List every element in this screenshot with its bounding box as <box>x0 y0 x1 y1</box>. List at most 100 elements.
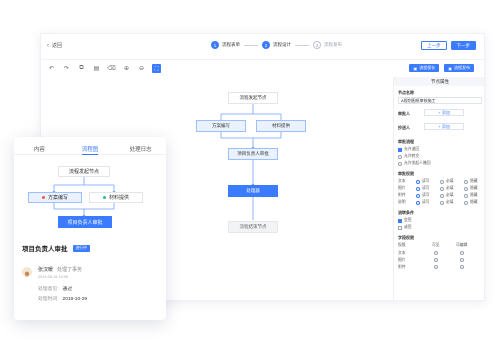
canvas-actions: ▣ 流程保存 ▣ 流程发布 <box>409 64 474 72</box>
option-label: 隐藏 <box>470 193 478 197</box>
perm-option[interactable]: 必填 <box>440 200 454 205</box>
date-value: 2019-10-29 <box>62 297 88 302</box>
radio[interactable] <box>440 179 444 184</box>
radio[interactable] <box>464 186 468 191</box>
option-label: 允许退回 <box>404 147 420 151</box>
perm-option[interactable]: 必填 <box>440 179 454 184</box>
radio[interactable] <box>460 251 464 255</box>
option-label: 隐藏 <box>470 200 478 204</box>
approver-label: 审批人 <box>398 111 410 116</box>
radio[interactable] <box>464 200 468 205</box>
cc-label: 抄送人 <box>398 125 410 130</box>
publish-label: 流程发布 <box>454 65 470 70</box>
perm-option[interactable]: 隐藏 <box>464 179 478 184</box>
option-label: 必填 <box>446 200 454 204</box>
top-actions: 上一步 下一步 <box>421 41 476 50</box>
radio[interactable] <box>464 193 468 198</box>
radio[interactable] <box>460 258 464 262</box>
field-row-name: 文本 <box>398 251 406 255</box>
cond-option[interactable]: 会签 <box>398 218 412 223</box>
field-editable[interactable] <box>460 251 464 255</box>
radio[interactable] <box>440 200 444 205</box>
radio[interactable] <box>398 154 402 159</box>
radio[interactable] <box>464 179 468 184</box>
perm-option[interactable]: 读写 <box>416 200 430 205</box>
perm-option[interactable]: 必填 <box>440 186 454 191</box>
radio[interactable] <box>434 258 438 262</box>
node-properties-panel: 节点属性 节点名称 A规划图纸审核施工 审批人 + 添加 抄送人 + 添加 审批… <box>393 77 484 300</box>
perm-row-name: 图片 <box>398 186 406 190</box>
radio[interactable] <box>416 186 420 191</box>
radio[interactable] <box>434 251 438 255</box>
radio[interactable] <box>440 186 444 191</box>
option-label: 会签 <box>404 218 412 222</box>
perm-option[interactable]: 必填 <box>440 193 454 198</box>
radio[interactable] <box>440 193 444 198</box>
card-node-material[interactable]: 材料提供 <box>89 192 143 203</box>
card-node-review[interactable]: 项目负责人审批 <box>58 216 112 228</box>
checkbox[interactable] <box>398 225 402 230</box>
perm-option[interactable]: 读写 <box>416 179 430 184</box>
flow-node-selected[interactable]: 处理器 <box>228 185 278 197</box>
perm-option[interactable]: 隐藏 <box>464 193 478 198</box>
perm-row-name: 附件 <box>398 193 406 197</box>
radio[interactable] <box>416 179 420 184</box>
field-visible[interactable] <box>434 265 438 269</box>
option-label: 读写 <box>422 200 430 204</box>
flow-node-review[interactable]: 项目负责人审批 <box>228 148 278 160</box>
add-label: 添加 <box>441 123 450 129</box>
approval-title: 项目负责人审批 进行中 <box>22 243 90 253</box>
handler-time: 2019-05-15 14:06 <box>38 275 68 279</box>
handler-line: 张汉暖 处理了事务 <box>38 266 82 273</box>
flow-node-plan[interactable]: 方案编写 <box>196 120 246 132</box>
flow-label: 审批流程 <box>398 139 414 144</box>
node-label: 材料提供 <box>108 195 129 201</box>
add-cc-button[interactable]: + 添加 <box>424 123 464 130</box>
flow-node-start[interactable]: 流程发起节点 <box>228 92 278 104</box>
perm-option[interactable]: 读写 <box>416 186 430 191</box>
radio[interactable] <box>398 161 402 166</box>
option-label: 允许转交 <box>404 154 420 158</box>
flow-node-material[interactable]: 材料提供 <box>256 120 306 132</box>
radio[interactable] <box>434 265 438 269</box>
option-label: 读写 <box>422 193 430 197</box>
radio[interactable] <box>416 200 420 205</box>
save-flow-button[interactable]: ▣ 流程保存 <box>409 64 440 72</box>
prev-step-button[interactable]: 上一步 <box>421 41 447 50</box>
field-visible[interactable] <box>434 258 438 262</box>
option-label: 隐藏 <box>470 186 478 190</box>
radio[interactable] <box>416 193 420 198</box>
process-detail-card: 内容 流程图 处理日志 流程发起节点 方案编写 材料提供 项目负责人审批 项目负… <box>14 137 166 320</box>
field-header: 可编辑 <box>456 243 468 247</box>
node-name-input[interactable]: A规划图纸审核施工 <box>398 97 482 104</box>
add-approver-button[interactable]: + 添加 <box>424 109 464 116</box>
flow-option[interactable]: 允许转交 <box>398 154 419 159</box>
flow-node-end[interactable]: 流程结束节点 <box>228 221 278 233</box>
opinion-value: 通过 <box>62 287 73 292</box>
checkbox[interactable] <box>398 218 402 223</box>
option-label: 必填 <box>446 186 454 190</box>
radio[interactable] <box>460 265 464 269</box>
next-step-button[interactable]: 下一步 <box>450 41 476 50</box>
perm-option[interactable]: 读写 <box>416 193 430 198</box>
field-header: 可见 <box>432 243 440 247</box>
perm-option[interactable]: 隐藏 <box>464 186 478 191</box>
status-dot-red <box>41 196 45 199</box>
save-label: 流程保存 <box>419 65 436 70</box>
opinion-label: 处理意见: <box>38 287 59 292</box>
card-node-start[interactable]: 流程发起节点 <box>58 166 110 177</box>
perm-label: 审批权限 <box>398 171 414 176</box>
checkbox[interactable] <box>398 147 402 152</box>
save-icon: ▣ <box>413 65 418 71</box>
perm-option[interactable]: 隐藏 <box>464 200 478 205</box>
field-visible[interactable] <box>434 251 438 255</box>
flow-option[interactable]: 允许发起人撤回 <box>398 161 431 166</box>
cond-option[interactable]: 或签 <box>398 225 412 230</box>
field-editable[interactable] <box>460 265 464 269</box>
flow-option[interactable]: 允许退回 <box>398 147 419 152</box>
field-editable[interactable] <box>460 258 464 262</box>
card-node-plan[interactable]: 方案编写 <box>28 192 82 203</box>
handler-action: 处理了事务 <box>57 267 83 273</box>
node-label: 方案编写 <box>47 195 68 201</box>
publish-flow-button[interactable]: ▣ 流程发布 <box>444 64 474 72</box>
